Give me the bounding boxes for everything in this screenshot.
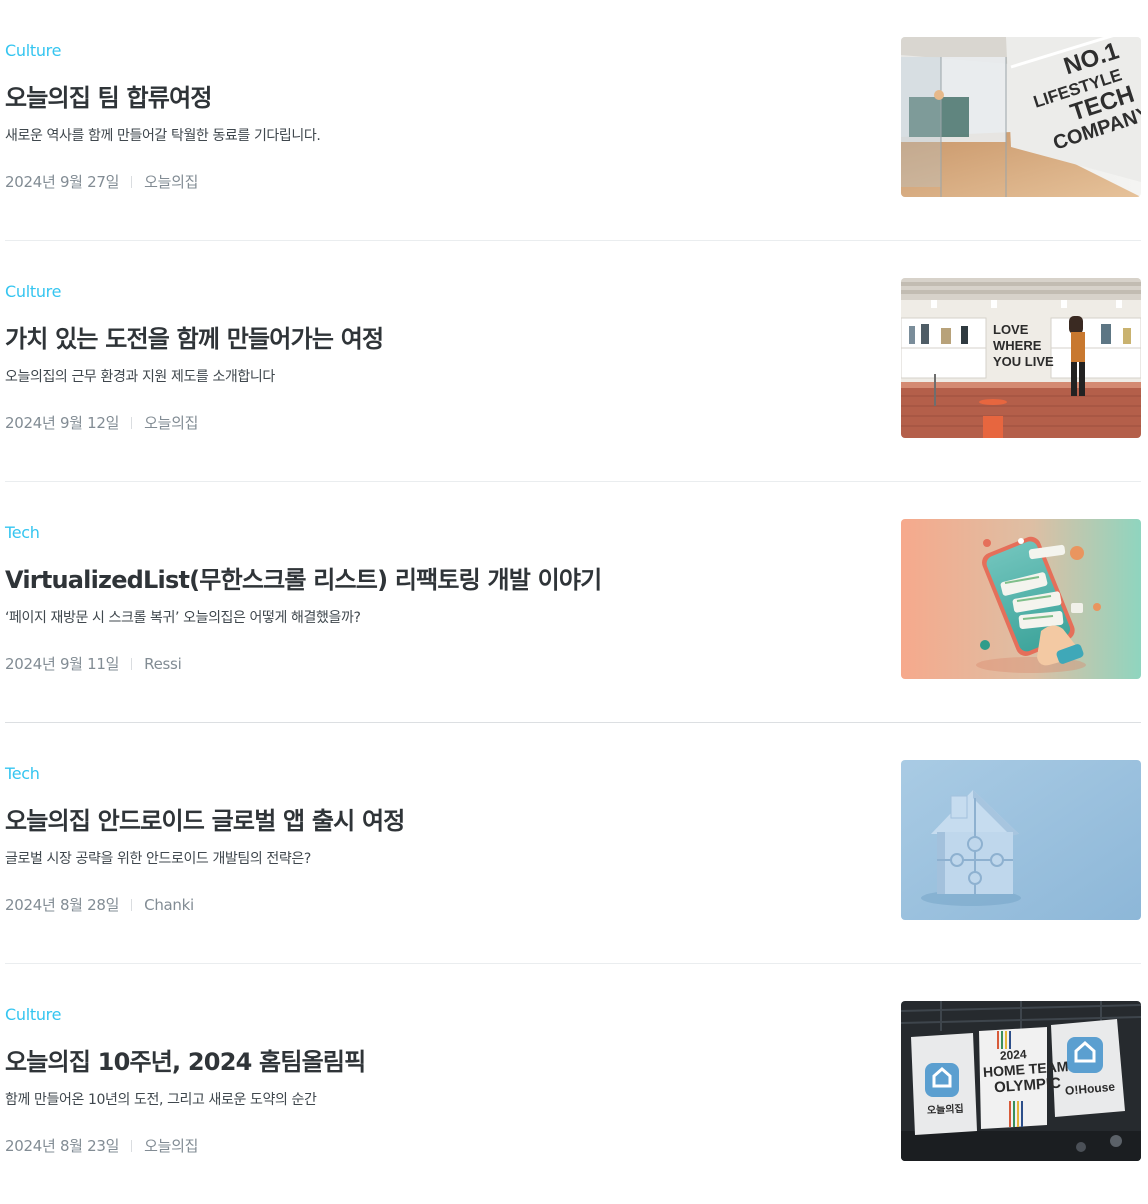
post-author: Chanki [144, 896, 194, 914]
post-author: 오늘의집 [144, 414, 199, 432]
post-card[interactable]: Culture 오늘의집 10주년, 2024 홈팀올림픽 함께 만들어온 10… [5, 964, 1141, 1204]
post-meta: 2024년 8월 28일 Chanki [5, 895, 194, 915]
post-description: 오늘의집의 근무 환경과 지원 제도를 소개합니다 [5, 369, 275, 385]
post-thumbnail[interactable]: NO.1 LIFESTYLE TECH COMPANY [901, 37, 1141, 197]
post-category[interactable]: Culture [5, 281, 61, 303]
phone-scroll-illustration-icon [901, 519, 1141, 679]
post-title[interactable]: 가치 있는 도전을 함께 만들어가는 여정 [5, 323, 384, 355]
post-date: 2024년 9월 27일 [5, 173, 120, 191]
post-meta: 2024년 9월 27일 오늘의집 [5, 172, 198, 192]
meta-divider [131, 417, 133, 429]
post-category[interactable]: Tech [5, 763, 40, 785]
post-meta: 2024년 9월 11일 Ressi [5, 654, 182, 674]
post-author: 오늘의집 [144, 1137, 199, 1155]
post-date: 2024년 8월 28일 [5, 896, 120, 914]
post-meta: 2024년 8월 23일 오늘의집 [5, 1136, 198, 1156]
meta-divider [131, 176, 133, 188]
post-title[interactable]: 오늘의집 안드로이드 글로벌 앱 출시 여정 [5, 805, 405, 837]
post-date: 2024년 9월 12일 [5, 414, 120, 432]
svg-text:LOVE: LOVE [993, 322, 1029, 337]
svg-text:YOU LIVE: YOU LIVE [993, 354, 1054, 369]
post-list: Culture 오늘의집 팀 합류여정 새로운 역사를 함께 만들어갈 탁월한 … [5, 0, 1141, 1204]
post-thumbnail[interactable]: 2024 HOME TEAM OLYMPIC 오늘의집 O!House [901, 1001, 1141, 1161]
post-title[interactable]: 오늘의집 10주년, 2024 홈팀올림픽 [5, 1046, 366, 1078]
post-title[interactable]: VirtualizedList(무한스크롤 리스트) 리팩토링 개발 이야기 [5, 564, 602, 596]
post-date: 2024년 9월 11일 [5, 655, 120, 673]
post-description: 글로벌 시장 공략을 위한 안드로이드 개발팀의 전략은? [5, 851, 311, 867]
post-thumbnail[interactable] [901, 760, 1141, 920]
puzzle-house-illustration-icon [901, 760, 1141, 920]
meta-divider [131, 1140, 133, 1152]
post-card[interactable]: Culture 가치 있는 도전을 함께 만들어가는 여정 오늘의집의 근무 환… [5, 241, 1141, 482]
post-date: 2024년 8월 23일 [5, 1137, 120, 1155]
post-title[interactable]: 오늘의집 팀 합류여정 [5, 82, 212, 114]
post-category[interactable]: Culture [5, 40, 61, 62]
post-thumbnail[interactable] [901, 519, 1141, 679]
post-category[interactable]: Culture [5, 1004, 61, 1026]
banners-photo-icon: 2024 HOME TEAM OLYMPIC 오늘의집 O!House [901, 1001, 1141, 1161]
post-card[interactable]: Tech VirtualizedList(무한스크롤 리스트) 리팩토링 개발 … [5, 482, 1141, 723]
post-category[interactable]: Tech [5, 522, 40, 544]
post-description: 함께 만들어온 10년의 도전, 그리고 새로운 도약의 순간 [5, 1092, 317, 1108]
svg-text:WHERE: WHERE [993, 338, 1042, 353]
post-card[interactable]: Culture 오늘의집 팀 합류여정 새로운 역사를 함께 만들어갈 탁월한 … [5, 0, 1141, 241]
office-wall-photo-icon: NO.1 LIFESTYLE TECH COMPANY [901, 37, 1141, 197]
post-card[interactable]: Tech 오늘의집 안드로이드 글로벌 앱 출시 여정 글로벌 시장 공략을 위… [5, 723, 1141, 964]
meta-divider [131, 899, 133, 911]
post-thumbnail[interactable]: LOVE WHERE YOU LIVE [901, 278, 1141, 438]
post-meta: 2024년 9월 12일 오늘의집 [5, 413, 198, 433]
lounge-photo-icon: LOVE WHERE YOU LIVE [901, 278, 1141, 438]
post-description: ‘페이지 재방문 시 스크롤 복귀’ 오늘의집은 어떻게 해결했을까? [5, 610, 361, 626]
post-description: 새로운 역사를 함께 만들어갈 탁월한 동료를 기다립니다. [5, 128, 321, 144]
post-author: 오늘의집 [144, 173, 199, 191]
post-author: Ressi [144, 655, 182, 673]
meta-divider [131, 658, 133, 670]
